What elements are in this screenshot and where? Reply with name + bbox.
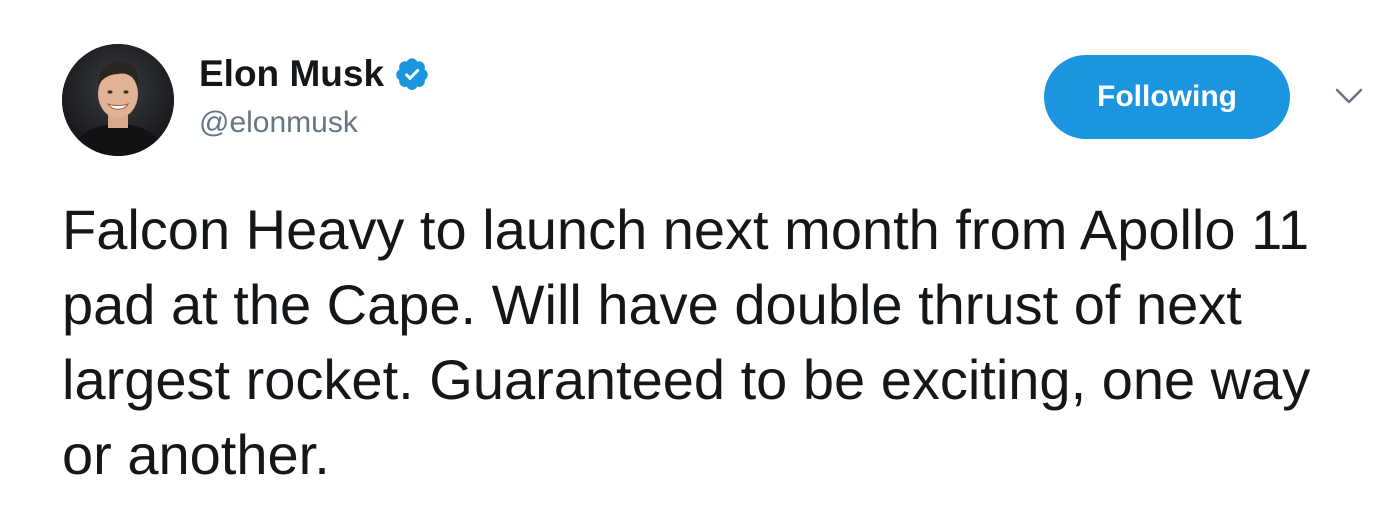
- following-button[interactable]: Following: [1044, 55, 1290, 139]
- verified-badge-icon: [394, 56, 430, 92]
- author-name-row: Elon Musk: [199, 52, 430, 96]
- chevron-down-icon[interactable]: [1333, 84, 1365, 108]
- avatar-image: [62, 44, 174, 156]
- user-handle[interactable]: @elonmusk: [199, 106, 358, 140]
- tweet-text: Falcon Heavy to launch next month from A…: [62, 198, 1311, 486]
- tweet-card: Elon Musk @elonmusk Following Falcon Hea…: [0, 0, 1400, 513]
- avatar[interactable]: [62, 44, 174, 156]
- display-name[interactable]: Elon Musk: [199, 53, 384, 95]
